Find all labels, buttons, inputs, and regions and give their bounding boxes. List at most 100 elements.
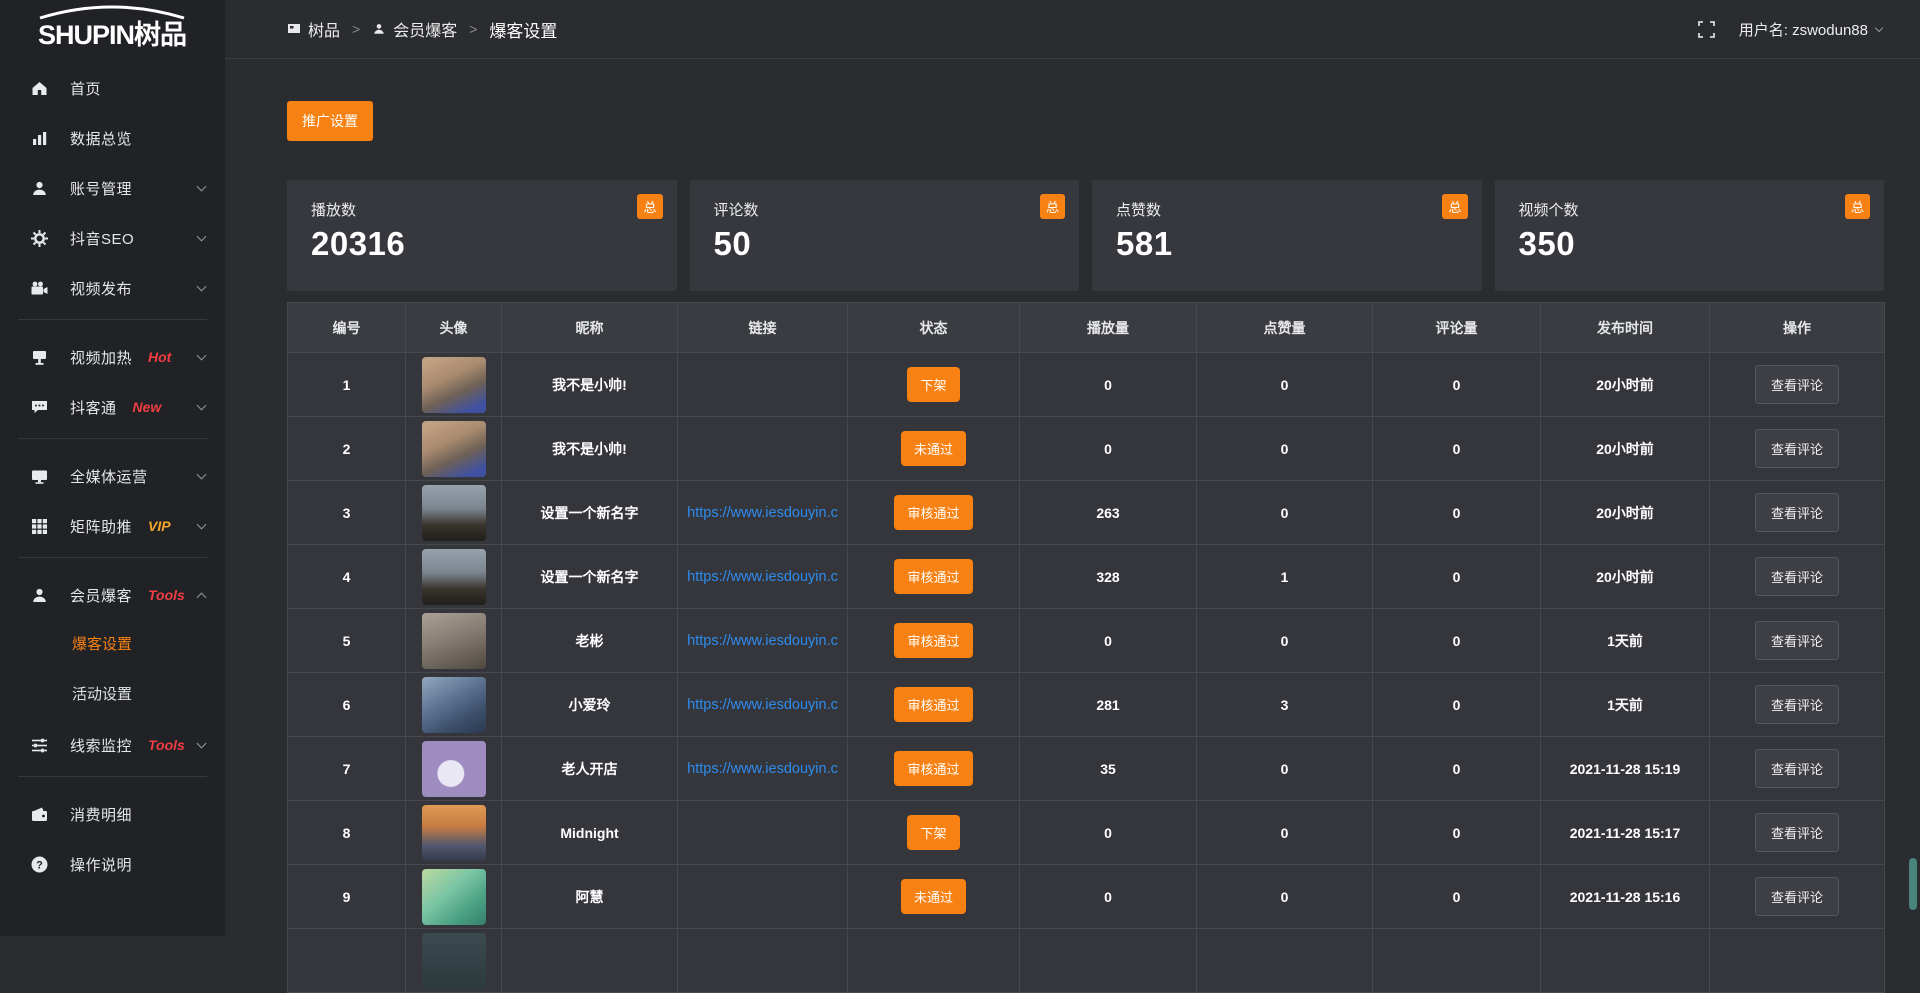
col-header-no: 编号 bbox=[288, 303, 406, 353]
chevron-down-icon bbox=[197, 739, 207, 749]
sidebar-item-label: 抖音SEO bbox=[70, 228, 134, 249]
nickname-cell: 我不是小帅! bbox=[502, 417, 678, 481]
status-cell: 审核通过 bbox=[848, 545, 1020, 609]
sidebar-item-data-overview[interactable]: 数据总览 bbox=[0, 113, 225, 163]
username-dropdown[interactable]: 用户名: zswodun88 bbox=[1739, 19, 1882, 40]
status-badge[interactable]: 审核通过 bbox=[894, 495, 972, 530]
breadcrumb-separator: > bbox=[352, 21, 360, 37]
video-link[interactable]: https://www.iesdouyin.c bbox=[678, 569, 847, 585]
total-badge: 总 bbox=[1040, 194, 1065, 219]
fullscreen-icon[interactable] bbox=[1698, 21, 1715, 38]
status-cell: 审核通过 bbox=[848, 737, 1020, 801]
sidebar-item-douyin-seo[interactable]: 抖音SEO bbox=[0, 213, 225, 263]
view-comments-button[interactable]: 查看评论 bbox=[1755, 813, 1839, 852]
vip-tag: VIP bbox=[148, 518, 171, 534]
sidebar-item-member-baoke[interactable]: 会员爆客 Tools bbox=[0, 570, 225, 620]
status-cell: 未通过 bbox=[848, 417, 1020, 481]
comments-cell: 0 bbox=[1373, 737, 1541, 801]
status-cell: 审核通过 bbox=[848, 609, 1020, 673]
sidebar-item-account-management[interactable]: 账号管理 bbox=[0, 163, 225, 213]
view-comments-button[interactable]: 查看评论 bbox=[1755, 493, 1839, 532]
plays-cell: 0 bbox=[1020, 865, 1197, 929]
status-badge[interactable]: 下架 bbox=[907, 367, 959, 402]
view-comments-button[interactable]: 查看评论 bbox=[1755, 365, 1839, 404]
sidebar-item-matrix-boost[interactable]: 矩阵助推 VIP bbox=[0, 501, 225, 551]
chevron-down-icon bbox=[197, 401, 207, 411]
sidebar-item-label: 首页 bbox=[70, 78, 101, 99]
status-badge[interactable]: 审核通过 bbox=[894, 559, 972, 594]
sidebar-subitem-activity-settings[interactable]: 活动设置 bbox=[0, 670, 225, 720]
table-row: 3 设置一个新名字 https://www.iesdouyin.c 审核通过 2… bbox=[288, 481, 1885, 545]
row-number-cell: 8 bbox=[288, 801, 406, 865]
divider bbox=[18, 319, 207, 320]
avatar-image bbox=[422, 741, 486, 797]
nickname-cell: 我不是小帅! bbox=[502, 353, 678, 417]
avatar-cell bbox=[406, 353, 502, 417]
video-link[interactable]: https://www.iesdouyin.c bbox=[678, 633, 847, 649]
video-link[interactable]: https://www.iesdouyin.c bbox=[678, 697, 847, 713]
time-cell: 2021-11-28 15:19 bbox=[1541, 737, 1710, 801]
video-link[interactable]: https://www.iesdouyin.c bbox=[678, 505, 847, 521]
videos-table: 编号 头像 昵称 链接 状态 播放量 点赞量 评论量 发布时间 操作 1 我不是… bbox=[287, 302, 1885, 993]
tools-tag: Tools bbox=[148, 737, 185, 753]
status-badge[interactable]: 未通过 bbox=[901, 431, 966, 466]
comments-cell: 0 bbox=[1373, 481, 1541, 545]
avatar-cell bbox=[406, 801, 502, 865]
view-comments-button[interactable]: 查看评论 bbox=[1755, 749, 1839, 788]
likes-cell bbox=[1197, 929, 1373, 993]
sidebar-subitem-baoke-settings[interactable]: 爆客设置 bbox=[0, 620, 225, 670]
total-badge: 总 bbox=[1845, 194, 1870, 219]
view-comments-button[interactable]: 查看评论 bbox=[1755, 877, 1839, 916]
sidebar-item-all-media[interactable]: 全媒体运营 bbox=[0, 451, 225, 501]
sidebar-item-label: 矩阵助推 bbox=[70, 516, 132, 537]
action-cell: 查看评论 bbox=[1710, 481, 1885, 545]
breadcrumb-member-baoke[interactable]: 会员爆客 bbox=[372, 17, 457, 41]
scrollbar-thumb[interactable] bbox=[1909, 858, 1917, 910]
status-badge[interactable]: 审核通过 bbox=[894, 751, 972, 786]
likes-cell: 1 bbox=[1197, 545, 1373, 609]
home-icon bbox=[30, 79, 49, 98]
brand-logo[interactable]: SHUPIN树品 bbox=[0, 0, 225, 58]
view-comments-button[interactable]: 查看评论 bbox=[1755, 621, 1839, 660]
sidebar-item-consumption-details[interactable]: 消费明细 bbox=[0, 789, 225, 839]
avatar-cell bbox=[406, 417, 502, 481]
chevron-down-icon bbox=[197, 182, 207, 192]
col-header-plays: 播放量 bbox=[1020, 303, 1197, 353]
sidebar-item-home[interactable]: 首页 bbox=[0, 63, 225, 113]
action-cell: 查看评论 bbox=[1710, 673, 1885, 737]
stat-value: 350 bbox=[1519, 225, 1861, 263]
status-badge[interactable]: 未通过 bbox=[901, 879, 966, 914]
time-cell bbox=[1541, 929, 1710, 993]
app-icon bbox=[287, 22, 301, 36]
sidebar-item-clue-monitor[interactable]: 线索监控 Tools bbox=[0, 720, 225, 770]
nickname-cell: 设置一个新名字 bbox=[502, 481, 678, 545]
breadcrumb-shupin[interactable]: 树品 bbox=[287, 17, 340, 41]
sidebar-item-instructions[interactable]: ? 操作说明 bbox=[0, 839, 225, 889]
status-badge[interactable]: 下架 bbox=[907, 815, 959, 850]
sidebar-item-douketong[interactable]: 抖客通 New bbox=[0, 382, 225, 432]
sidebar-item-label: 消费明细 bbox=[70, 804, 132, 825]
sidebar-item-video-publish[interactable]: 视频发布 bbox=[0, 263, 225, 313]
video-link[interactable]: https://www.iesdouyin.c bbox=[678, 761, 847, 777]
view-comments-button[interactable]: 查看评论 bbox=[1755, 685, 1839, 724]
status-badge[interactable]: 审核通过 bbox=[894, 623, 972, 658]
promotion-settings-button[interactable]: 推广设置 bbox=[287, 101, 373, 141]
view-comments-button[interactable]: 查看评论 bbox=[1755, 429, 1839, 468]
sidebar-item-label: 视频加热 bbox=[70, 347, 132, 368]
breadcrumb: 树品 > 会员爆客 > 爆客设置 bbox=[287, 17, 557, 42]
plays-cell: 263 bbox=[1020, 481, 1197, 545]
col-header-status: 状态 bbox=[848, 303, 1020, 353]
divider bbox=[18, 438, 207, 439]
link-cell bbox=[678, 865, 848, 929]
time-cell: 1天前 bbox=[1541, 673, 1710, 737]
row-number-cell: 1 bbox=[288, 353, 406, 417]
avatar-cell bbox=[406, 865, 502, 929]
status-badge[interactable]: 审核通过 bbox=[894, 687, 972, 722]
sidebar-item-video-heat[interactable]: 视频加热 Hot bbox=[0, 332, 225, 382]
stat-value: 50 bbox=[714, 225, 1056, 263]
view-comments-button[interactable]: 查看评论 bbox=[1755, 557, 1839, 596]
nickname-cell: Midnight bbox=[502, 801, 678, 865]
comments-cell: 0 bbox=[1373, 865, 1541, 929]
avatar-image bbox=[422, 549, 486, 605]
col-header-comments: 评论量 bbox=[1373, 303, 1541, 353]
